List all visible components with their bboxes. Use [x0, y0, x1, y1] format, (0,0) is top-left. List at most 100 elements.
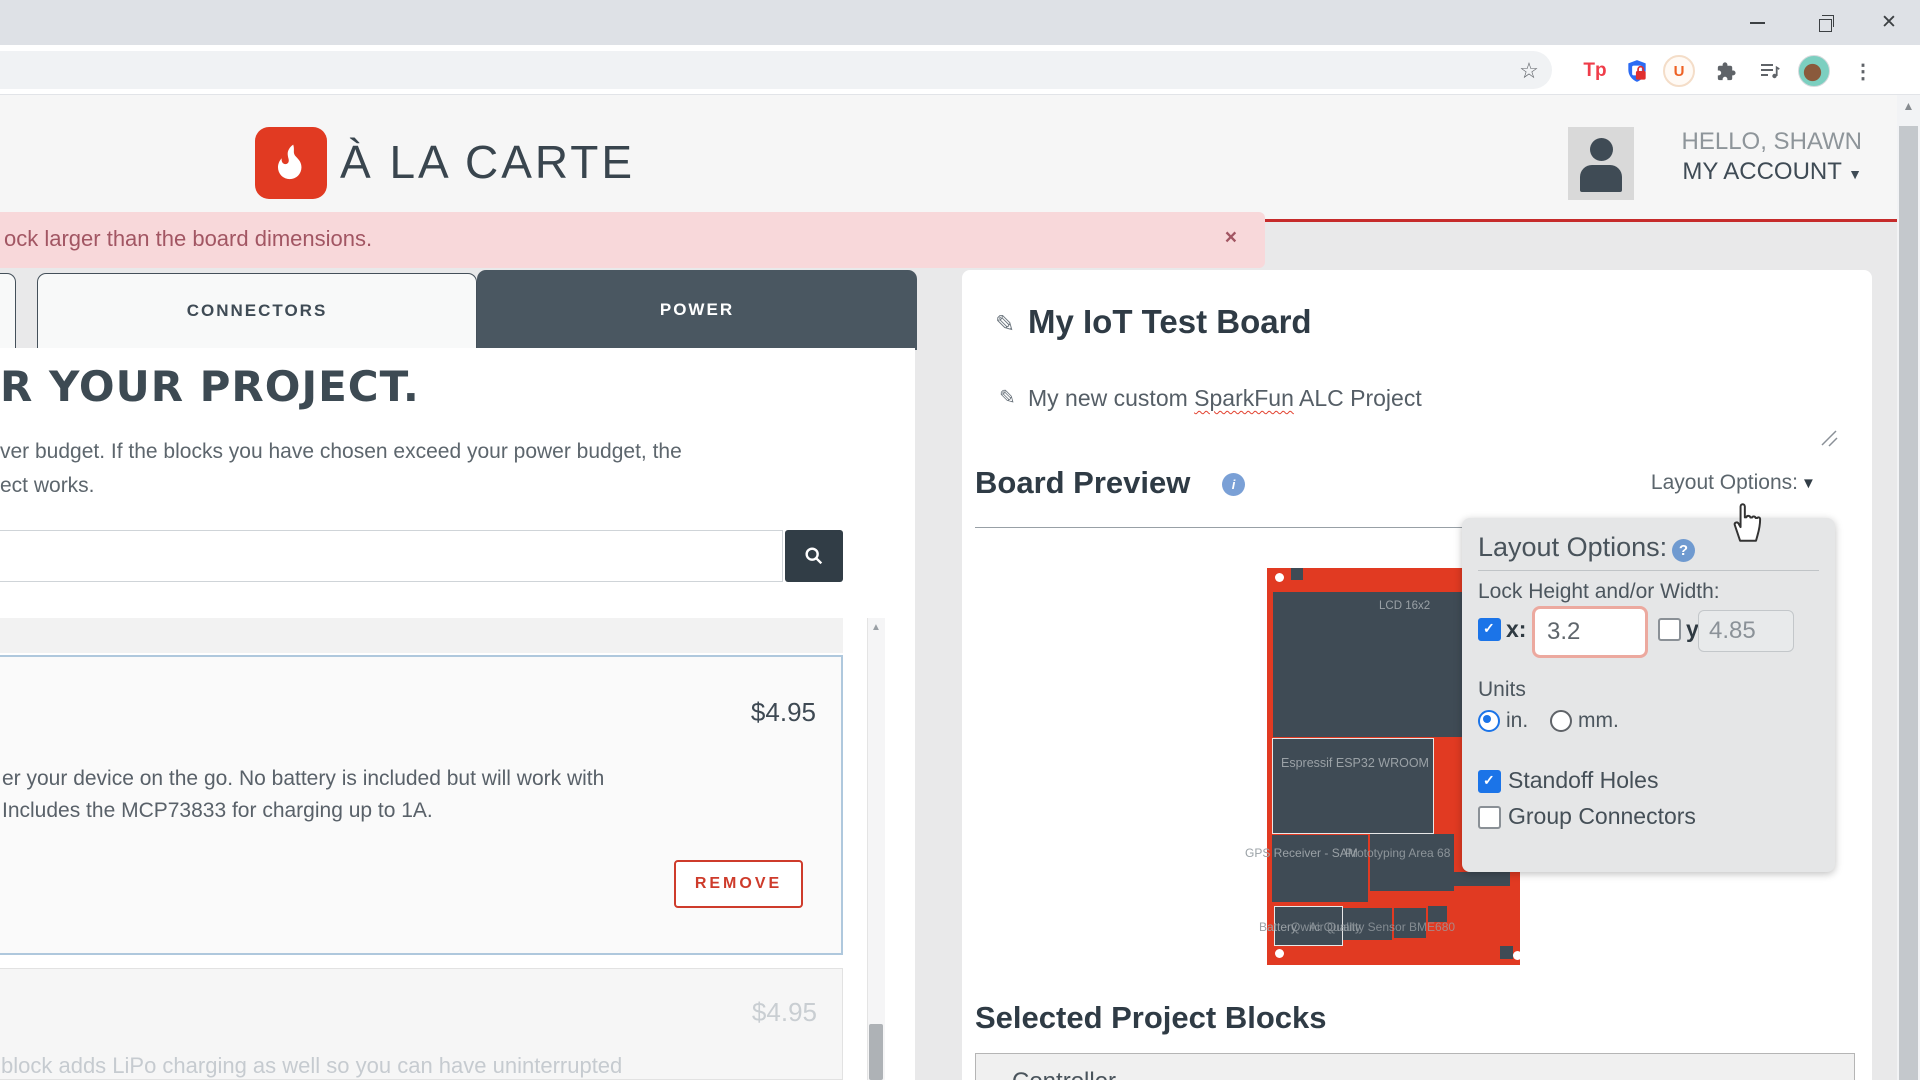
block-card-disabled[interactable]: $4.95 block adds LiPo charging as well s… [0, 968, 843, 1080]
alert-message: ock larger than the board dimensions. [4, 226, 372, 252]
extension-u-icon[interactable]: U [1662, 56, 1696, 86]
block-label-prototyping: Prototyping Area 68 [1345, 846, 1450, 860]
browser-menu-button[interactable]: ⋮ [1848, 56, 1878, 86]
board-pad [1500, 946, 1513, 959]
spellcheck-word: SparkFun [1194, 385, 1294, 411]
address-bar[interactable] [0, 51, 1552, 89]
x-label: x: [1506, 616, 1526, 643]
extensions-puzzle-icon[interactable] [1708, 56, 1742, 86]
alert-close-button[interactable]: × [1225, 226, 1237, 250]
selected-blocks-panel: Controller [975, 1053, 1855, 1080]
unit-mm-radio[interactable] [1550, 710, 1572, 732]
edit-subtitle-icon[interactable]: ✎ [999, 385, 1016, 410]
card-description-line1: block adds LiPo charging as well so you … [1, 1053, 622, 1079]
avatar-image [1798, 55, 1830, 87]
unit-in-radio[interactable] [1478, 710, 1500, 732]
sparkfun-logo[interactable] [255, 127, 327, 199]
block-small-bar[interactable] [1453, 872, 1510, 886]
layout-options-popup: Layout Options: ? Lock Height and/or Wid… [1462, 518, 1835, 872]
playlist-icon[interactable] [1752, 56, 1788, 86]
info-icon[interactable]: i [1222, 473, 1245, 496]
panel-heading: R YOUR PROJECT. [0, 362, 420, 411]
board-subtitle[interactable]: My new custom SparkFun ALC Project [1028, 385, 1422, 412]
group-connectors-label: Group Connectors [1508, 803, 1696, 830]
block-esp32[interactable] [1272, 738, 1434, 834]
price-label: $4.95 [751, 697, 816, 728]
bookmark-star-icon[interactable]: ☆ [1512, 56, 1546, 86]
standoff-holes-label: Standoff Holes [1508, 767, 1658, 794]
list-scroll-up-arrow[interactable]: ▲ [867, 622, 885, 633]
restore-icon [1819, 19, 1832, 32]
kebab-menu-icon: ⋮ [1853, 59, 1873, 84]
board-pad [1291, 568, 1303, 580]
block-search-input[interactable] [0, 530, 783, 582]
units-label: Units [1478, 678, 1526, 702]
search-icon [803, 545, 825, 567]
popup-title: Layout Options: [1478, 532, 1667, 563]
panel-intro-line2: ect works. [0, 474, 95, 498]
standoff-hole [1513, 951, 1522, 960]
selected-blocks-heading: Selected Project Blocks [975, 1000, 1327, 1036]
block-label-esp32: Espressif ESP32 WROOM [1281, 756, 1429, 770]
browser-titlebar: ✕ [0, 0, 1920, 45]
lock-y-checkbox[interactable] [1658, 618, 1681, 641]
tab-fragment[interactable] [0, 273, 16, 348]
my-account-menu[interactable]: MY ACCOUNT ▼ [1500, 158, 1862, 186]
list-scrollbar[interactable] [867, 618, 885, 1080]
block-prototyping[interactable] [1370, 834, 1454, 891]
standoff-holes-checkbox[interactable] [1478, 770, 1501, 793]
screen: ✕ ☆ Tp U ⋮ ▲ À LA CARTE [0, 0, 1920, 1080]
lock-x-input[interactable] [1532, 606, 1648, 658]
price-label: $4.95 [752, 997, 817, 1028]
scroll-up-arrow[interactable]: ▲ [1897, 99, 1920, 113]
card-description-line1: er your device on the go. No battery is … [2, 767, 604, 791]
resize-grip-icon[interactable] [1816, 425, 1838, 452]
search-button[interactable] [785, 530, 843, 582]
minimize-icon [1750, 22, 1765, 24]
alert-banner: ock larger than the board dimensions. × [0, 212, 1265, 268]
card-description-line2: Includes the MCP73833 for charging up to… [2, 799, 433, 823]
standoff-hole [1275, 573, 1284, 582]
tab-power[interactable]: POWER [477, 270, 917, 350]
unit-in-label: in. [1506, 709, 1528, 733]
unit-mm-label: mm. [1578, 709, 1619, 733]
panel-intro-line1: ver budget. If the blocks you have chose… [0, 440, 682, 464]
close-button[interactable]: ✕ [1866, 0, 1912, 45]
block-card-lipo-charger[interactable]: $4.95 er your device on the go. No batte… [0, 655, 843, 955]
board-preview-heading: Board Preview [975, 465, 1190, 501]
list-scrollbar-thumb[interactable] [869, 1024, 883, 1080]
greeting-text: HELLO, SHAWN [1500, 128, 1862, 156]
music-list-icon [1757, 59, 1783, 83]
popup-divider [1478, 570, 1819, 571]
standoff-hole [1275, 949, 1284, 958]
lock-y-input[interactable] [1698, 610, 1794, 652]
puzzle-icon [1714, 60, 1737, 83]
list-item-partial [0, 618, 843, 653]
close-icon: ✕ [1881, 11, 1897, 34]
page-scrollbar-thumb[interactable] [1899, 126, 1918, 1080]
shield-lock-icon [1624, 57, 1650, 85]
minimize-button[interactable] [1734, 0, 1780, 45]
layout-options-trigger[interactable]: Layout Options: [1540, 471, 1798, 495]
lock-x-checkbox[interactable] [1478, 618, 1501, 641]
chevron-down-icon: ▼ [1848, 166, 1862, 182]
block-label-lcd: LCD 16x2 [1379, 600, 1430, 612]
site-title[interactable]: À LA CARTE [340, 135, 635, 189]
board-title[interactable]: My IoT Test Board [1028, 303, 1312, 341]
remove-button[interactable]: REMOVE [674, 860, 803, 908]
edit-title-icon[interactable]: ✎ [995, 310, 1015, 339]
group-connectors-checkbox[interactable] [1478, 806, 1501, 829]
tab-connectors[interactable]: CONNECTORS [37, 273, 477, 348]
preview-divider [975, 527, 1462, 528]
profile-avatar[interactable] [1796, 56, 1832, 86]
block-label-gps: GPS Receiver - SAM [1245, 846, 1358, 860]
extension-tp-icon[interactable]: Tp [1578, 56, 1612, 86]
cursor-hand-icon [1725, 498, 1765, 549]
flame-icon [269, 141, 313, 185]
caret-down-icon[interactable]: ▼ [1801, 475, 1816, 492]
block-label-air: Air Quality Sensor BME680 [1309, 920, 1455, 934]
restore-button[interactable] [1802, 3, 1848, 48]
lock-label: Lock Height and/or Width: [1478, 580, 1720, 604]
extension-shield-icon[interactable] [1620, 56, 1654, 86]
help-icon[interactable]: ? [1672, 539, 1695, 562]
